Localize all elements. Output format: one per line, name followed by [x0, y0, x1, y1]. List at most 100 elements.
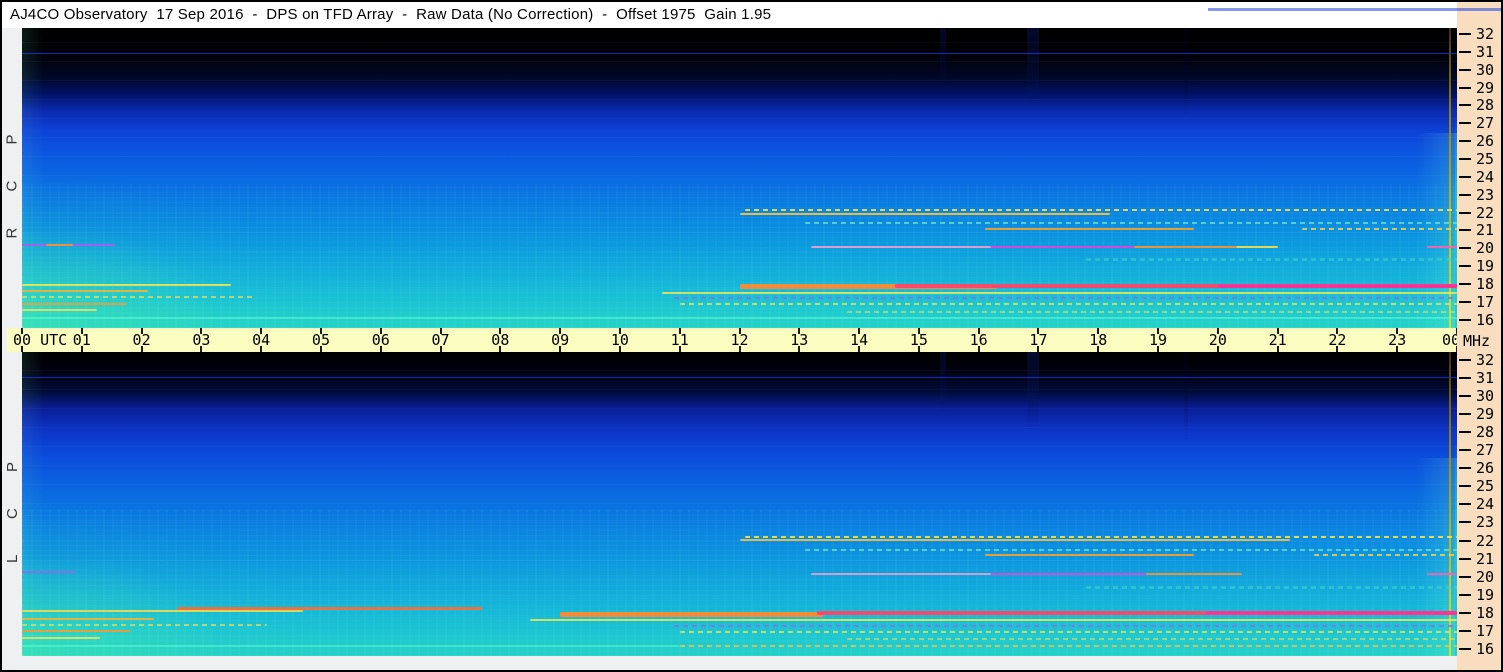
rfi-line — [22, 53, 1457, 55]
freq-label: 32 — [1476, 351, 1495, 369]
rfi-line — [1086, 258, 1457, 262]
freq-tick — [1459, 175, 1471, 178]
freq-label: 22 — [1476, 203, 1495, 222]
freq-tick — [1459, 265, 1471, 268]
freq-tick — [1459, 157, 1471, 160]
page-title: AJ4CO Observatory 17 Sep 2016 - DPS on T… — [10, 6, 772, 23]
freq-label: 31 — [1476, 42, 1495, 61]
rfi-line — [22, 316, 1457, 319]
freq-label: 20 — [1476, 239, 1495, 258]
hour-label: 04 — [252, 331, 271, 349]
mhz-unit-label: MHz — [1463, 332, 1491, 350]
freq-label: 19 — [1476, 585, 1495, 604]
freq-tick — [1459, 140, 1471, 143]
dark-vertical-streak — [1184, 28, 1189, 118]
freq-label: 29 — [1476, 78, 1495, 97]
hour-label: 11 — [670, 331, 689, 349]
freq-label: 18 — [1476, 603, 1495, 622]
freq-label: 25 — [1476, 477, 1495, 496]
utc-time-axis: 00 UTC 01 02 03 04 05 06 07 08 09 10 11 12 13 14 15 16 17… — [7, 328, 1460, 352]
freq-label: 16 — [1476, 639, 1495, 658]
spectrograph-page: AJ4CO Observatory 17 Sep 2016 - DPS on T… — [0, 0, 1503, 672]
freq-label: 24 — [1476, 167, 1495, 186]
rcp-axis-label: R C P — [2, 28, 22, 328]
freq-label: 28 — [1476, 96, 1495, 115]
freq-label: 25 — [1476, 149, 1495, 168]
freq-label: 28 — [1476, 423, 1495, 442]
freq-tick — [1459, 86, 1471, 89]
rfi-line — [22, 283, 232, 286]
rfi-line — [22, 644, 680, 647]
freq-tick — [1459, 282, 1471, 285]
freq-label: 18 — [1476, 274, 1495, 293]
freq-tick — [1459, 377, 1471, 380]
freq-tick — [1459, 50, 1471, 53]
rfi-line — [990, 245, 1135, 248]
rfi-line — [847, 638, 1457, 641]
hour-label: 13 — [790, 331, 809, 349]
freq-label: 26 — [1476, 459, 1495, 478]
freq-tick — [1459, 557, 1471, 560]
rfi-line — [745, 209, 1457, 212]
speckle-noise — [22, 184, 1457, 328]
freq-label: 19 — [1476, 257, 1495, 276]
rfi-line — [1146, 572, 1242, 575]
freq-tick — [1459, 449, 1471, 452]
artifact-line — [1208, 8, 1501, 11]
rfi-line — [1205, 611, 1457, 616]
freq-tick — [1459, 300, 1471, 303]
speckle-noise — [22, 510, 1457, 656]
rfi-line — [22, 296, 256, 299]
rfi-line — [1427, 245, 1457, 248]
hour-label: 08 — [491, 331, 510, 349]
hour-label: 07 — [431, 331, 450, 349]
rfi-line — [679, 644, 1457, 647]
rfi-line — [560, 611, 824, 617]
rfi-line — [673, 297, 1457, 300]
freq-label: 17 — [1476, 621, 1495, 640]
freq-tick — [1459, 318, 1471, 321]
freq-label: 30 — [1476, 387, 1495, 406]
freq-tick — [1459, 193, 1471, 196]
hour-label: 02 — [132, 331, 151, 349]
freq-tick — [1459, 611, 1471, 614]
hour-label: 17 — [1029, 331, 1048, 349]
rfi-line — [847, 310, 1457, 313]
dark-vertical-streak — [940, 28, 947, 88]
freq-label: 24 — [1476, 495, 1495, 514]
freq-label: 30 — [1476, 60, 1495, 79]
freq-label: 20 — [1476, 567, 1495, 586]
rcp-spectrogram — [22, 28, 1457, 328]
freq-label: 27 — [1476, 114, 1495, 133]
lcp-axis-label: L C P — [2, 352, 22, 656]
freq-label: 21 — [1476, 549, 1495, 568]
rfi-line — [745, 535, 1457, 538]
rfi-line — [22, 570, 76, 573]
rfi-line — [1086, 585, 1457, 589]
freq-tick — [1459, 247, 1471, 250]
dark-vertical-streak — [1026, 352, 1039, 432]
freq-tick — [1459, 122, 1471, 125]
freq-tick — [1459, 503, 1471, 506]
hour-label: 12 — [730, 331, 749, 349]
freq-label: 27 — [1476, 441, 1495, 460]
freq-tick — [1459, 539, 1471, 542]
freq-label: 23 — [1476, 185, 1495, 204]
freq-tick — [1459, 521, 1471, 524]
freq-tick — [1459, 413, 1471, 416]
hour-label: 15 — [909, 331, 928, 349]
freq-label: 22 — [1476, 531, 1495, 550]
rfi-line — [22, 308, 97, 311]
rfi-line — [739, 539, 1290, 542]
freq-tick — [1459, 33, 1471, 35]
rfi-line — [22, 630, 130, 633]
rfi-line — [811, 572, 991, 575]
freq-label: 26 — [1476, 132, 1495, 151]
freq-label: 31 — [1476, 369, 1495, 388]
freq-tick — [1459, 359, 1471, 361]
hour-label: 20 — [1208, 331, 1227, 349]
lcp-axis-label-text: L C P — [3, 445, 21, 563]
rfi-line — [22, 636, 100, 639]
freq-tick — [1459, 485, 1471, 488]
hour-label: 16 — [969, 331, 988, 349]
